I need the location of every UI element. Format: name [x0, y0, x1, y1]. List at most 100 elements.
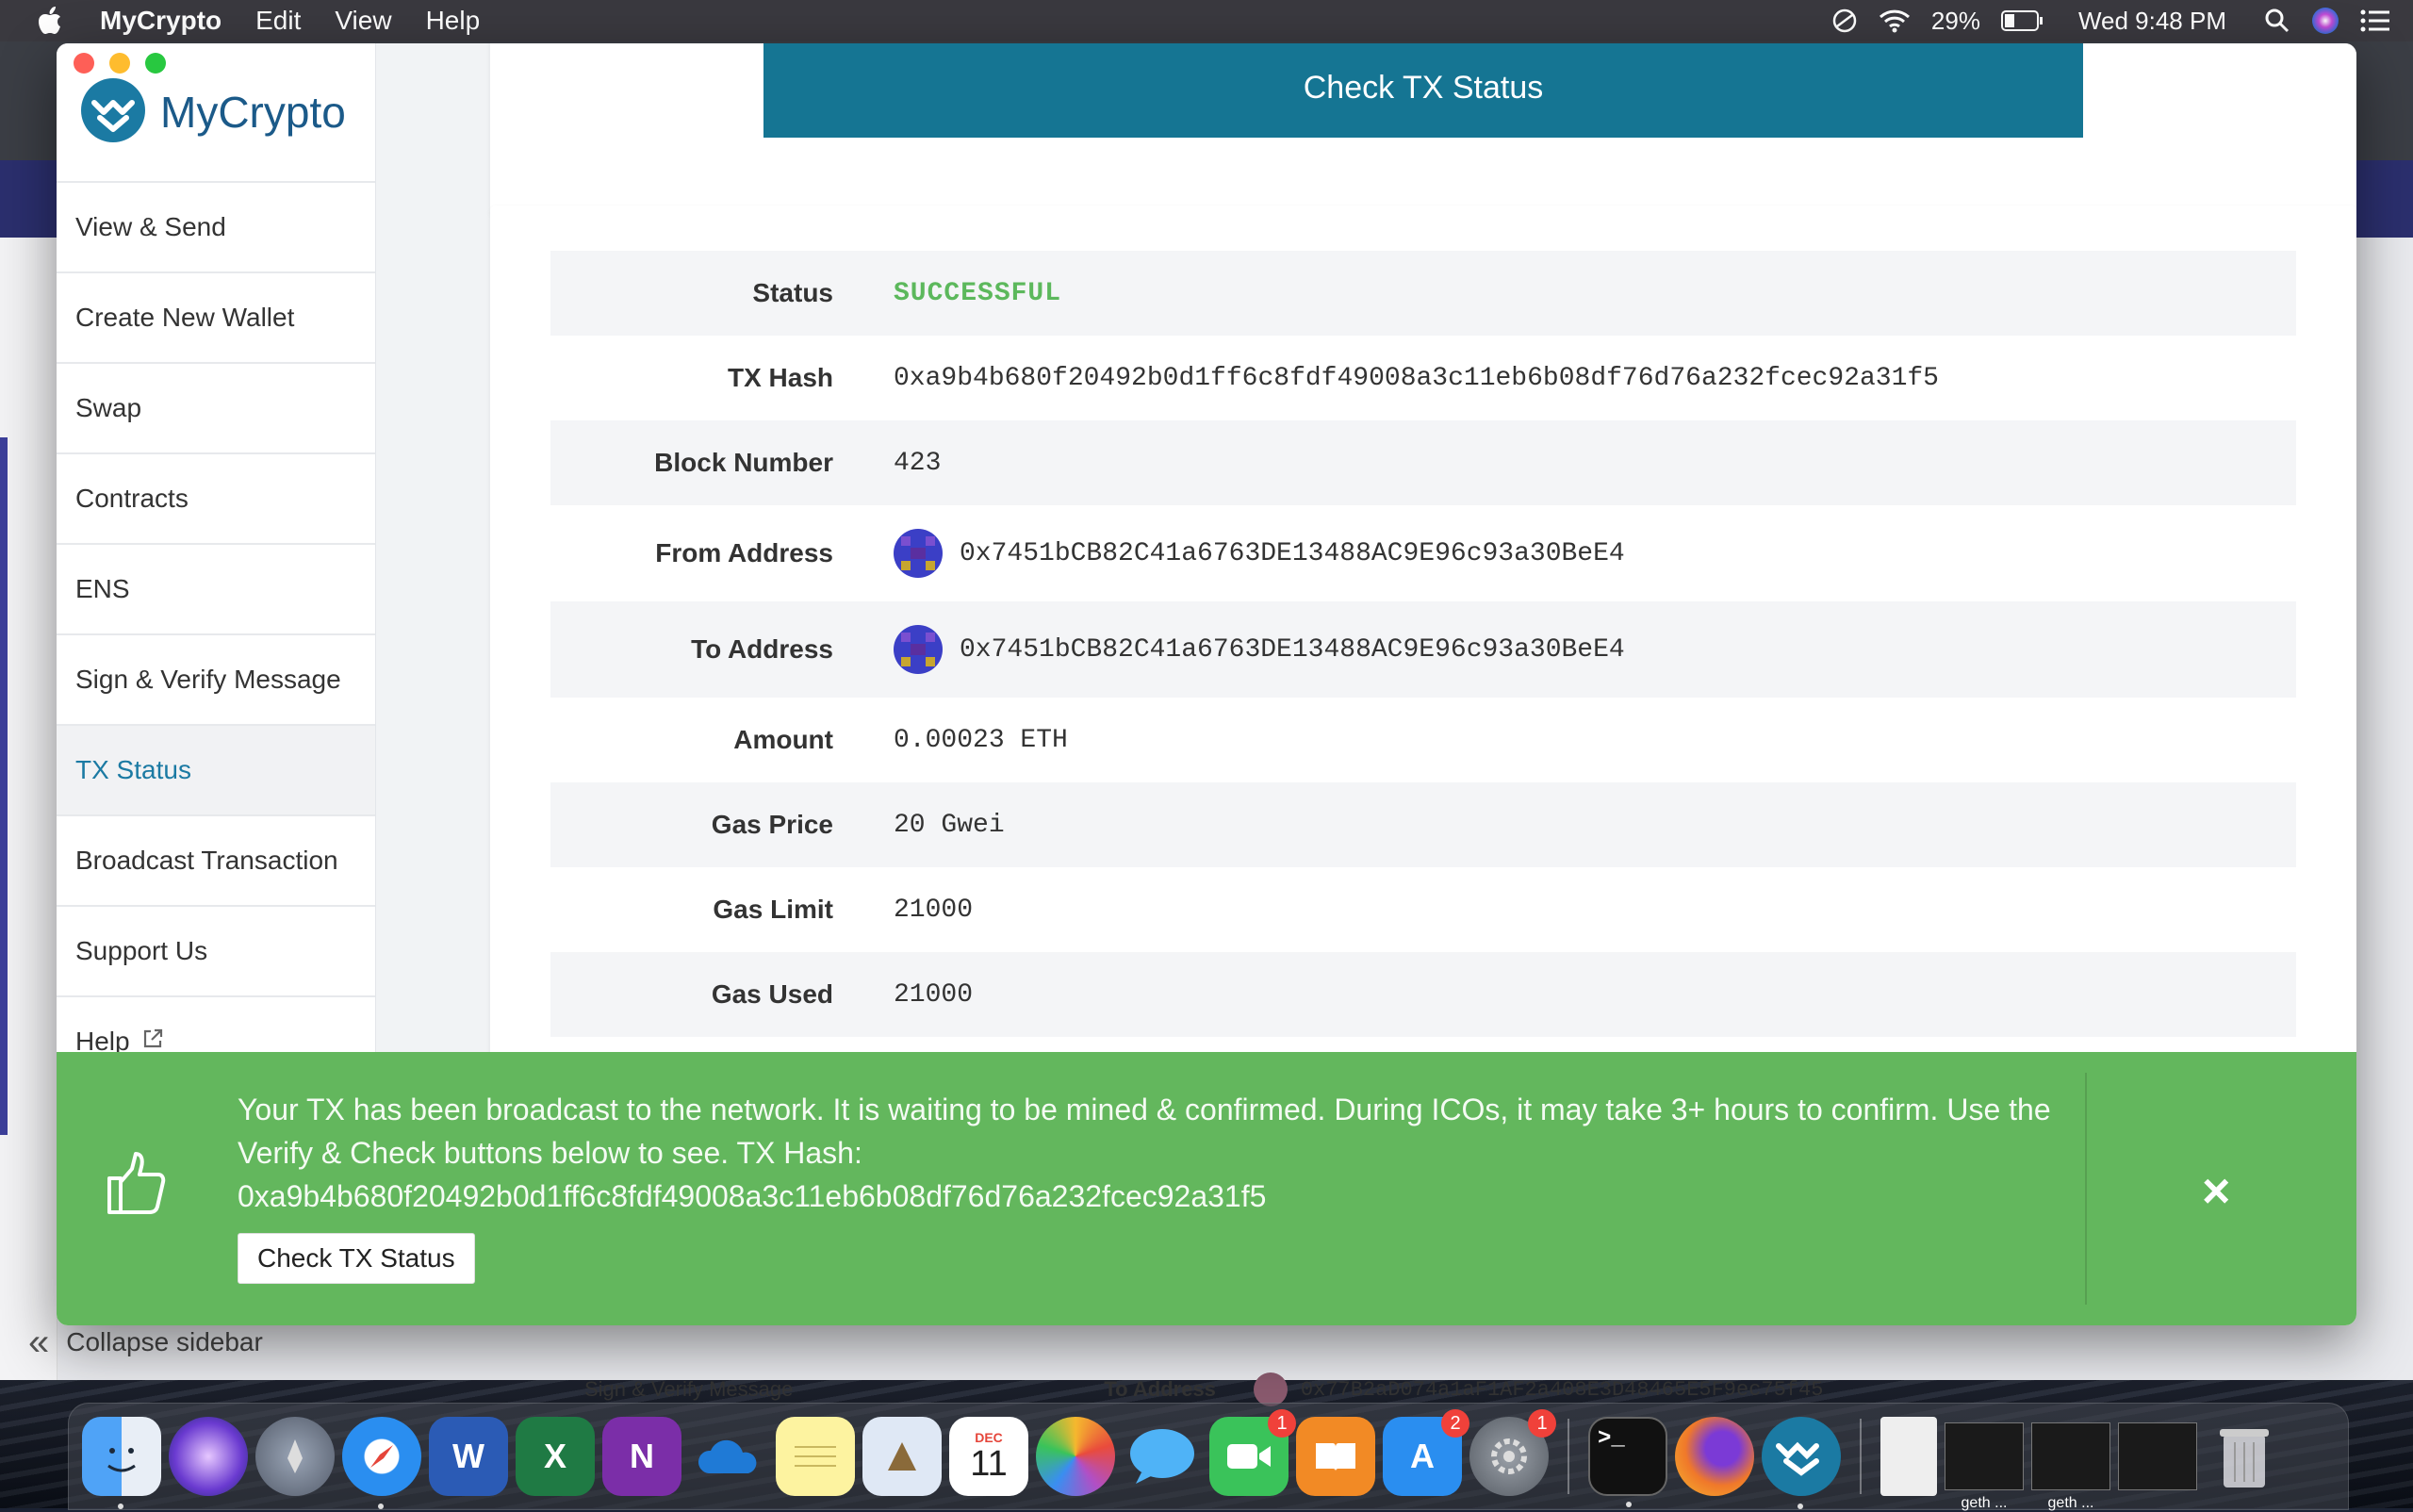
onedrive-icon[interactable] — [689, 1417, 768, 1496]
safari-icon[interactable] — [342, 1417, 421, 1509]
trash-icon[interactable] — [2205, 1417, 2284, 1496]
sidebar-item-label: TX Status — [75, 755, 191, 784]
tx-row-hash: TX Hash 0xa9b4b680f20492b0d1ff6c8fdf4900… — [550, 336, 2296, 420]
sidebar-item-label: Broadcast Transaction — [75, 846, 338, 875]
gas-price-value: 20 Gwei — [894, 810, 1005, 840]
excel-icon[interactable]: X — [516, 1417, 595, 1496]
menubar-app-name[interactable]: MyCrypto — [100, 6, 222, 36]
mycrypto-dock-icon[interactable] — [1762, 1417, 1841, 1509]
document-icon[interactable] — [1880, 1417, 1937, 1496]
window-thumbnail: geth ... — [1945, 1422, 2024, 1511]
menubar-clock[interactable]: Wed 9:48 PM — [2078, 7, 2226, 36]
tx-row-gas-price: Gas Price 20 Gwei — [550, 782, 2296, 867]
app-store-icon[interactable]: A 2 — [1383, 1409, 1469, 1496]
sidebar-item-label: Support Us — [75, 936, 208, 965]
window-thumbnail — [2118, 1422, 2197, 1490]
messages-icon[interactable] — [1123, 1417, 1202, 1496]
notification-tx-hash: 0xa9b4b680f20492b0d1ff6c8fdf49008a3c11eb… — [238, 1179, 1267, 1213]
background-to-address-label: To Address — [1104, 1377, 1216, 1401]
tx-row-status: Status SUCCESSFUL — [550, 251, 2296, 336]
menu-view[interactable]: View — [335, 6, 391, 36]
to-address-field: 0x7451bCB82C41a6763DE13488AC9E96c93a30Be… — [894, 625, 1625, 674]
siri-icon[interactable] — [2311, 7, 2339, 35]
gas-limit-value: 21000 — [894, 895, 974, 925]
tx-label: Gas Used — [711, 979, 833, 1009]
system-preferences-badge: 1 — [1528, 1409, 1556, 1438]
calendar-icon[interactable]: DEC 11 — [949, 1417, 1028, 1496]
mycrypto-logo-icon — [79, 76, 147, 149]
tx-row-gas-limit: Gas Limit 21000 — [550, 867, 2296, 952]
sidebar-item-support[interactable]: Support Us — [57, 907, 375, 997]
launchpad-icon[interactable] — [255, 1417, 335, 1496]
from-identicon — [894, 529, 943, 578]
notification-close-icon[interactable]: × — [2202, 1163, 2230, 1220]
tx-row-from: From Address 0x7451bCB82C41a6763DE13488A… — [550, 505, 2296, 601]
to-identicon — [894, 625, 943, 674]
notification-center-icon[interactable] — [2360, 8, 2390, 33]
spotlight-search-icon[interactable] — [2264, 8, 2290, 34]
mail-stamp-icon[interactable] — [862, 1417, 942, 1496]
notification-check-tx-status-button[interactable]: Check TX Status — [238, 1233, 475, 1284]
thumbnail-caption: geth ... — [1961, 1495, 2008, 1511]
thumbs-up-icon — [106, 1150, 168, 1221]
sidebar-item-label: ENS — [75, 574, 130, 603]
sidebar-item-ens[interactable]: ENS — [57, 545, 375, 635]
system-preferences-icon[interactable]: 1 — [1469, 1409, 1556, 1496]
sidebar-item-contracts[interactable]: Contracts — [57, 454, 375, 545]
tx-row-block: Block Number 423 — [550, 420, 2296, 505]
word-icon[interactable]: W — [429, 1417, 508, 1496]
books-icon[interactable] — [1296, 1417, 1375, 1496]
sidebar-item-tx-status[interactable]: TX Status — [57, 726, 375, 816]
calendar-month: DEC — [975, 1430, 1003, 1445]
minimize-window-button[interactable] — [109, 53, 130, 74]
check-tx-status-button[interactable]: Check TX Status — [763, 43, 2083, 138]
amount-value: 0.00023 ETH — [894, 725, 1068, 755]
minimized-window-geth-1[interactable]: geth ... — [1945, 1417, 2024, 1511]
tx-label: Gas Limit — [713, 895, 833, 924]
tx-label: TX Hash — [727, 363, 833, 392]
tx-label: Status — [752, 278, 833, 307]
facetime-icon[interactable]: 1 — [1209, 1409, 1296, 1496]
background-to-address-value: 0x77B2aD074a1aF1AF2a408E3D48465E5F9ec75f… — [1300, 1377, 1824, 1402]
dock-separator — [1860, 1419, 1862, 1494]
background-identicon — [1253, 1372, 1288, 1406]
sidebar-item-swap[interactable]: Swap — [57, 364, 375, 454]
firefox-icon[interactable] — [1675, 1417, 1754, 1496]
minimized-window-3[interactable] — [2118, 1417, 2197, 1496]
tx-search-card: Check TX Status — [490, 43, 2356, 217]
mycrypto-window: MyCrypto View & Send Create New Wallet S… — [57, 43, 2356, 1325]
siri-dock-icon[interactable] — [169, 1417, 248, 1496]
gas-used-value: 21000 — [894, 979, 974, 1010]
running-indicator — [118, 1504, 123, 1509]
notification-message: Your TX has been broadcast to the networ… — [238, 1088, 2076, 1218]
notes-icon[interactable] — [776, 1417, 855, 1496]
double-chevron-left-icon: « — [28, 1321, 50, 1363]
menu-edit[interactable]: Edit — [255, 6, 301, 36]
brand-name: MyCrypto — [160, 88, 346, 137]
wifi-icon[interactable] — [1879, 8, 1911, 34]
sidebar-item-label: Sign & Verify Message — [75, 665, 341, 694]
apple-icon[interactable] — [38, 7, 75, 35]
app-store-badge: 2 — [1441, 1409, 1469, 1438]
sidebar-item-create-wallet[interactable]: Create New Wallet — [57, 273, 375, 364]
tx-row-amount: Amount 0.00023 ETH — [550, 698, 2296, 782]
facetime-badge: 1 — [1268, 1409, 1296, 1438]
menu-help[interactable]: Help — [426, 6, 481, 36]
sidebar-item-sign-verify[interactable]: Sign & Verify Message — [57, 635, 375, 726]
running-indicator — [378, 1504, 384, 1509]
zoom-window-button[interactable] — [145, 53, 166, 74]
focus-icon[interactable] — [1831, 8, 1858, 34]
battery-icon[interactable] — [2000, 9, 2044, 32]
onenote-icon[interactable]: N — [602, 1417, 681, 1496]
minimized-window-geth-2[interactable]: geth ... — [2031, 1417, 2110, 1511]
tx-label: Block Number — [654, 448, 833, 477]
dock: W X N DEC 11 1 A 2 1 >_ geth ... geth ..… — [68, 1403, 2349, 1511]
photos-icon[interactable] — [1036, 1417, 1115, 1496]
close-window-button[interactable] — [74, 53, 94, 74]
sidebar-item-broadcast[interactable]: Broadcast Transaction — [57, 816, 375, 907]
sidebar-item-view-send[interactable]: View & Send — [57, 183, 375, 273]
background-sidebar-accent — [0, 437, 8, 1135]
finder-icon[interactable] — [82, 1417, 161, 1509]
tx-label: From Address — [655, 538, 833, 567]
terminal-icon[interactable]: >_ — [1588, 1417, 1667, 1507]
